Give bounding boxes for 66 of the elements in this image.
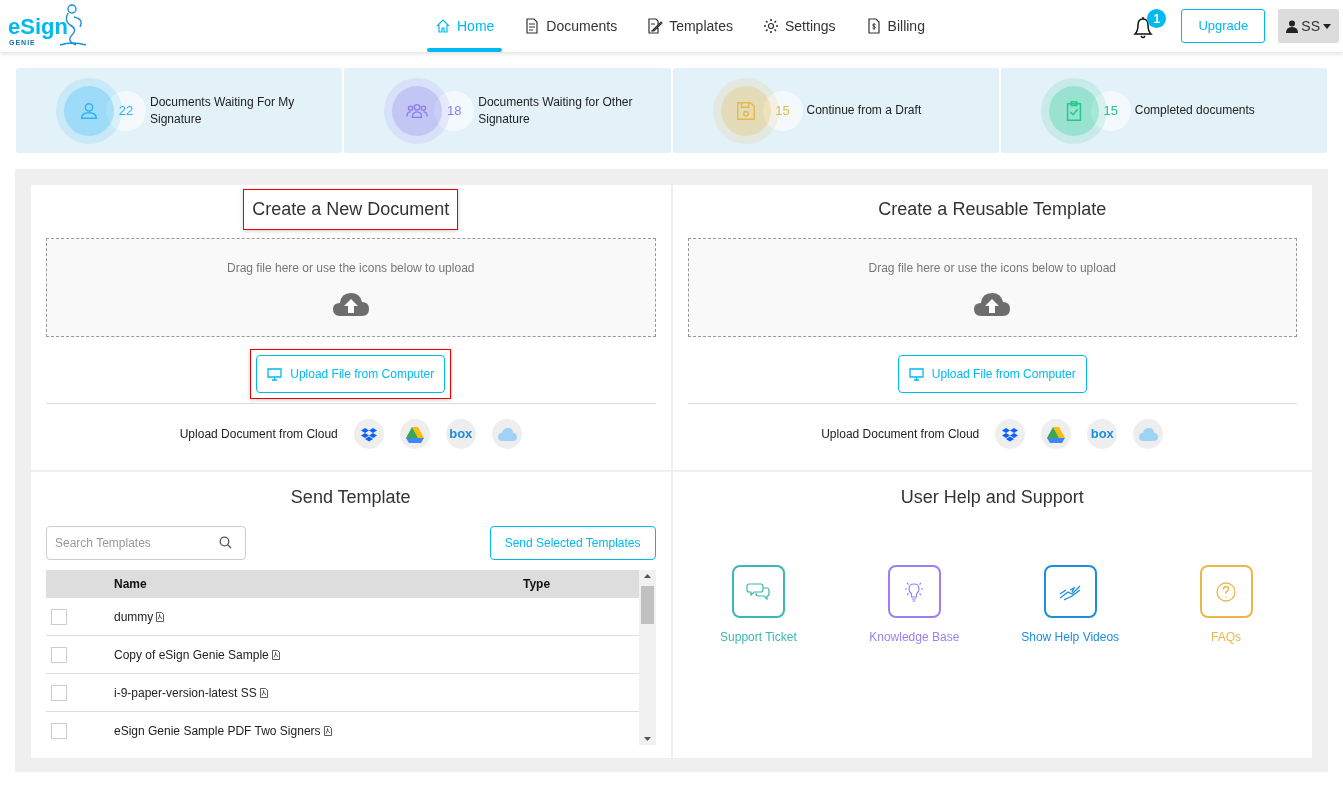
template-name[interactable]: eSign Genie Sample PDF Two Signers [114, 721, 321, 740]
triangle-logo-icon [1046, 424, 1067, 444]
panel-title: User Help and Support [899, 486, 1085, 509]
receipt-icon [865, 18, 882, 34]
stat-card[interactable]: 18 Documents Waiting for Other Signature [344, 68, 671, 153]
floppy-disk-icon [734, 99, 757, 122]
cloud-service-button[interactable] [995, 419, 1026, 449]
pdf-file-icon [323, 725, 332, 736]
drop-zone-hint: Drag file here or use the icons below to upload [868, 260, 1116, 277]
stat-label: Documents Waiting for Other Signature [478, 93, 634, 128]
help-tile[interactable] [887, 565, 941, 618]
cloud-upload-label: Upload Document from Cloud [179, 426, 338, 443]
monitor-icon [267, 367, 283, 381]
drop-zone[interactable]: Drag file here or use the icons below to upload [46, 238, 656, 337]
monitor-icon [908, 367, 924, 381]
panel-title: Create a New Document [243, 189, 459, 230]
nav-tab[interactable]: Templates [639, 0, 741, 52]
gear-icon [763, 18, 779, 34]
nav-tab[interactable]: Billing [857, 0, 933, 52]
panel-title: Send Template [289, 486, 412, 509]
logo-text: eSign [8, 16, 68, 38]
cloud-service-button[interactable] [1041, 419, 1072, 449]
stat-card[interactable]: 15 Completed documents [1000, 68, 1327, 153]
user-icon [1286, 19, 1299, 33]
cloud-upload-label: Upload Document from Cloud [821, 426, 980, 443]
cloud-service-button[interactable] [353, 419, 384, 449]
stat-label: Completed documents [1134, 102, 1256, 119]
drop-zone-hint: Drag file here or use the icons below to upload [227, 260, 475, 277]
row-checkbox[interactable] [51, 684, 67, 701]
document-icon [524, 18, 541, 34]
help-link[interactable]: Show Help Videos [1021, 628, 1120, 646]
caret-icon [1323, 23, 1331, 29]
stat-label: Continue from a Draft [806, 102, 923, 119]
cloud-service-button[interactable] [399, 419, 430, 449]
stat-card[interactable]: 15 Continue from a Draft [672, 68, 999, 153]
home-icon [435, 18, 451, 34]
stat-label: Documents Waiting For My Signature [150, 93, 296, 128]
template-name[interactable]: dummy [114, 607, 154, 626]
stat-card[interactable]: 22 Documents Waiting For My Signature [16, 68, 343, 153]
cloud-upload-icon [973, 291, 1012, 317]
pdf-file-icon [271, 649, 280, 660]
template-name[interactable]: i-9-paper-version-latest SS [114, 683, 257, 702]
row-checkbox[interactable] [51, 608, 67, 625]
pdf-file-icon [156, 611, 165, 622]
cloud-upload-icon [331, 291, 370, 317]
user-menu-button[interactable]: SS [1278, 9, 1339, 43]
nav-tab[interactable]: Settings [755, 0, 844, 52]
bell-icon [1131, 15, 1156, 41]
question-mark-icon [1214, 579, 1239, 604]
panel-title: Create a Reusable Template [877, 198, 1108, 221]
triangle-logo-icon [404, 424, 425, 444]
search-icon [219, 536, 232, 549]
help-tile[interactable] [731, 565, 785, 618]
template-name[interactable]: Copy of eSign Genie Sample [114, 645, 269, 664]
drop-zone[interactable]: Drag file here or use the icons below to upload [687, 238, 1297, 337]
column-header: Type [523, 576, 551, 593]
document-pen-icon [647, 18, 664, 34]
nav-tab[interactable]: Documents [516, 0, 626, 52]
pdf-file-icon [259, 687, 268, 698]
row-checkbox[interactable] [51, 722, 67, 739]
search-field[interactable]: Search Templates [46, 526, 246, 560]
row-checkbox[interactable] [51, 646, 67, 663]
help-tile[interactable] [1043, 565, 1097, 618]
column-header: Name [114, 576, 148, 593]
notification-badge: 1 [1147, 9, 1167, 28]
help-tile[interactable] [1199, 565, 1253, 618]
